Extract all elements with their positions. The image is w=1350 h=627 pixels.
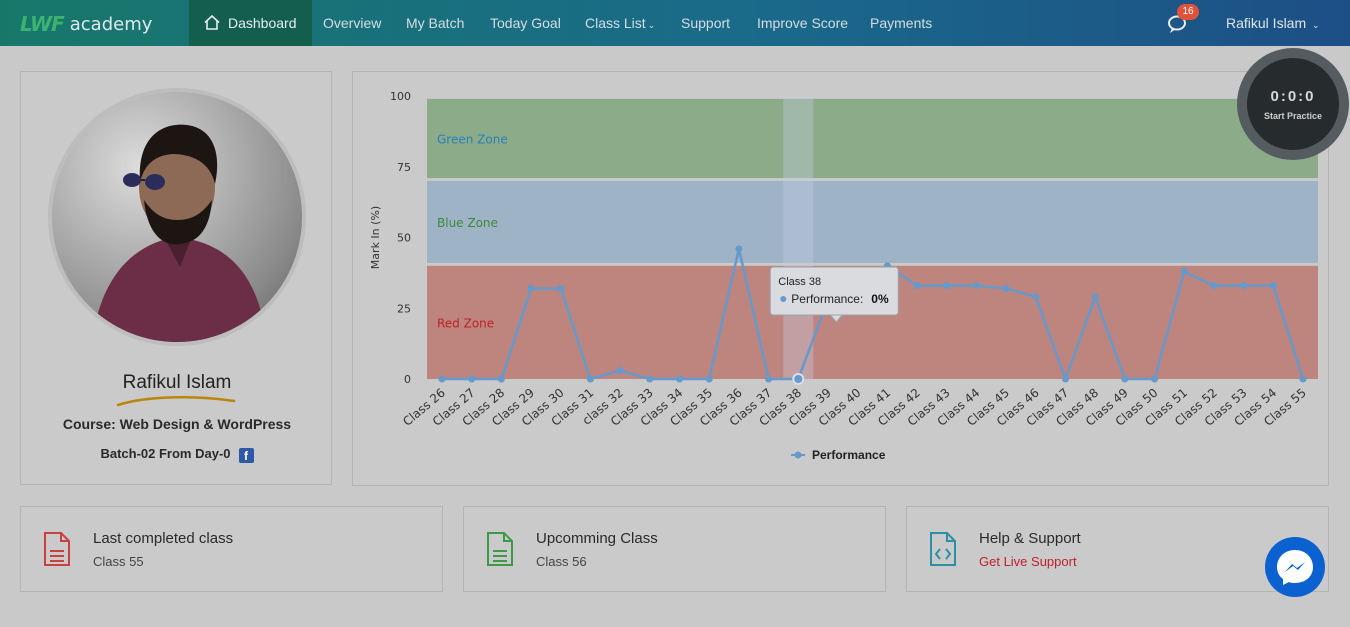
data-point [913,282,921,290]
practice-timer[interactable]: 0:0:0 Start Practice [1237,48,1349,160]
profile-course: Course: Web Design & WordPress [62,416,292,432]
data-point [1151,375,1159,383]
tooltip-box [769,266,899,316]
y-axis-label: Mark In (%) [369,206,382,269]
profile-name: Rafikul Islam [122,372,232,393]
messenger-icon [1277,550,1313,585]
data-point [468,375,476,383]
nav-support[interactable]: Support [681,0,730,46]
data-point [676,375,684,383]
document-icon [487,532,513,566]
start-practice-label: Start Practice [1263,111,1323,121]
card-subtitle: Class 55 [93,554,144,569]
nav-dashboard-label: Dashboard [228,15,297,31]
zone-band [427,98,1318,179]
profile-batch-label: Batch-02 From Day-0 [100,446,231,461]
tooltip-category: Class 38 [778,276,821,288]
nav-class-list[interactable]: Class List ⌄ [585,0,655,46]
data-point [1032,293,1040,301]
chevron-down-icon: ⌄ [1312,20,1320,30]
data-point [943,282,951,290]
y-tick-label: 100 [390,90,411,103]
legend-marker [794,451,802,459]
logo-mark: LWF [20,12,65,36]
user-name: Rafikul Islam [1226,15,1307,31]
facebook-icon[interactable]: f [238,448,254,463]
nav-class-list-label: Class List [585,15,646,31]
card-title: Upcomming Class [536,530,658,547]
zone-band [427,180,1318,263]
nav-dashboard[interactable]: Dashboard [189,0,312,46]
avatar [48,88,306,346]
card-subtitle: Class 56 [536,554,587,569]
hover-highlight [783,96,814,379]
home-icon [204,15,220,31]
data-point [735,245,743,253]
user-menu[interactable]: Rafikul Islam ⌄ [1226,0,1320,46]
data-point [1299,375,1307,383]
data-point [646,375,654,383]
zone-label: Red Zone [437,316,494,330]
data-point [1180,267,1188,275]
code-file-icon [930,532,956,566]
nav-overview[interactable]: Overview [323,0,381,46]
name-underline [116,396,236,407]
data-point [705,375,713,383]
data-point [1269,282,1277,290]
y-tick-label: 50 [397,232,411,245]
zone-label: Green Zone [437,132,508,146]
card-title: Last completed class [93,530,234,547]
data-point [1091,293,1099,301]
timer-face: 0:0:0 Start Practice [1247,58,1339,150]
data-point [792,373,805,385]
data-point [765,375,773,383]
data-point [438,375,446,383]
data-point [1240,282,1248,290]
y-tick-label: 75 [397,161,411,174]
nav-improve-score[interactable]: Improve Score [757,0,848,46]
messenger-button[interactable] [1265,537,1325,597]
nav-my-batch[interactable]: My Batch [406,0,464,46]
last-completed-card[interactable]: Last completed class Class 55 [20,506,443,592]
top-navbar: LWF academy Dashboard Overview My Batch … [0,0,1350,46]
zone-label: Blue Zone [437,216,498,230]
brand-logo[interactable]: LWF academy [20,11,152,37]
data-point [616,367,624,375]
tooltip-value: 0% [871,292,889,306]
data-point [497,375,505,383]
data-point [557,284,565,292]
performance-chart-card: Green Zone Blue Zone Red Zone 100 75 50 25 0 Mar… [352,71,1329,486]
chevron-down-icon: ⌄ [647,20,656,30]
data-point [1210,282,1218,290]
live-support-link[interactable]: Get Live Support [979,554,1077,569]
data-point [527,284,535,292]
y-tick-label: 25 [397,302,411,315]
data-point [1121,375,1129,383]
data-point [1061,375,1069,383]
profile-batch: Batch-02 From Day-0 f [21,446,333,463]
nav-payments[interactable]: Payments [870,0,932,46]
legend-label: Performance [812,448,886,462]
data-point [1002,284,1010,292]
tooltip-dot [780,296,787,302]
nav-today-goal[interactable]: Today Goal [490,0,561,46]
timer-time: 0:0:0 [1270,88,1316,105]
profile-card: Rafikul Islam Course: Web Design & WordP… [20,71,332,485]
logo-text: academy [69,13,153,35]
data-point [586,375,594,383]
document-icon [44,532,70,566]
notification-badge: 16 [1177,4,1199,20]
performance-chart: Green Zone Blue Zone Red Zone 100 75 50 25 0 Mar… [369,90,1318,462]
upcoming-class-card[interactable]: Upcomming Class Class 56 [463,506,886,592]
y-tick-label: 0 [404,373,411,386]
avatar-photo [92,124,267,342]
card-title: Help & Support [979,530,1081,547]
data-point [972,282,980,290]
tooltip-label: Performance: [791,292,863,306]
